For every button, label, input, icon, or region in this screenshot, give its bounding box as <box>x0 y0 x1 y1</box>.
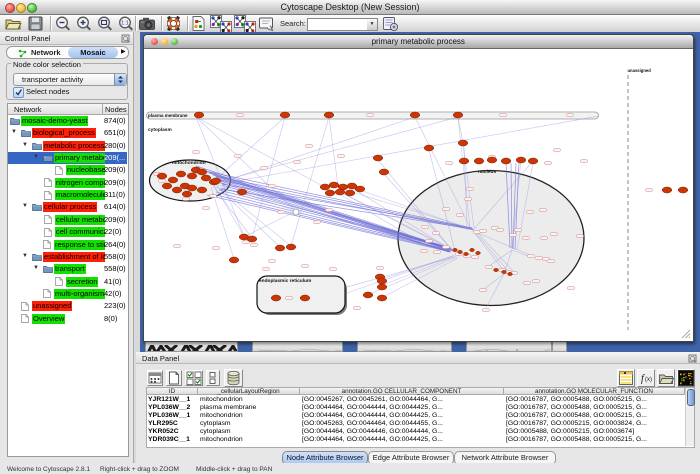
svg-text:1:1: 1:1 <box>121 21 129 27</box>
svg-text:(x): (x) <box>645 377 652 383</box>
svg-text:endoplasmic reticulum: endoplasmic reticulum <box>259 278 311 284</box>
svg-text:plasma membrane: plasma membrane <box>148 113 188 118</box>
svg-text:cytoplasm: cytoplasm <box>148 127 172 133</box>
svg-text:mitochondrion: mitochondrion <box>172 160 206 166</box>
svg-text:nucleus: nucleus <box>478 169 496 175</box>
svg-text:unassigned: unassigned <box>628 68 652 73</box>
